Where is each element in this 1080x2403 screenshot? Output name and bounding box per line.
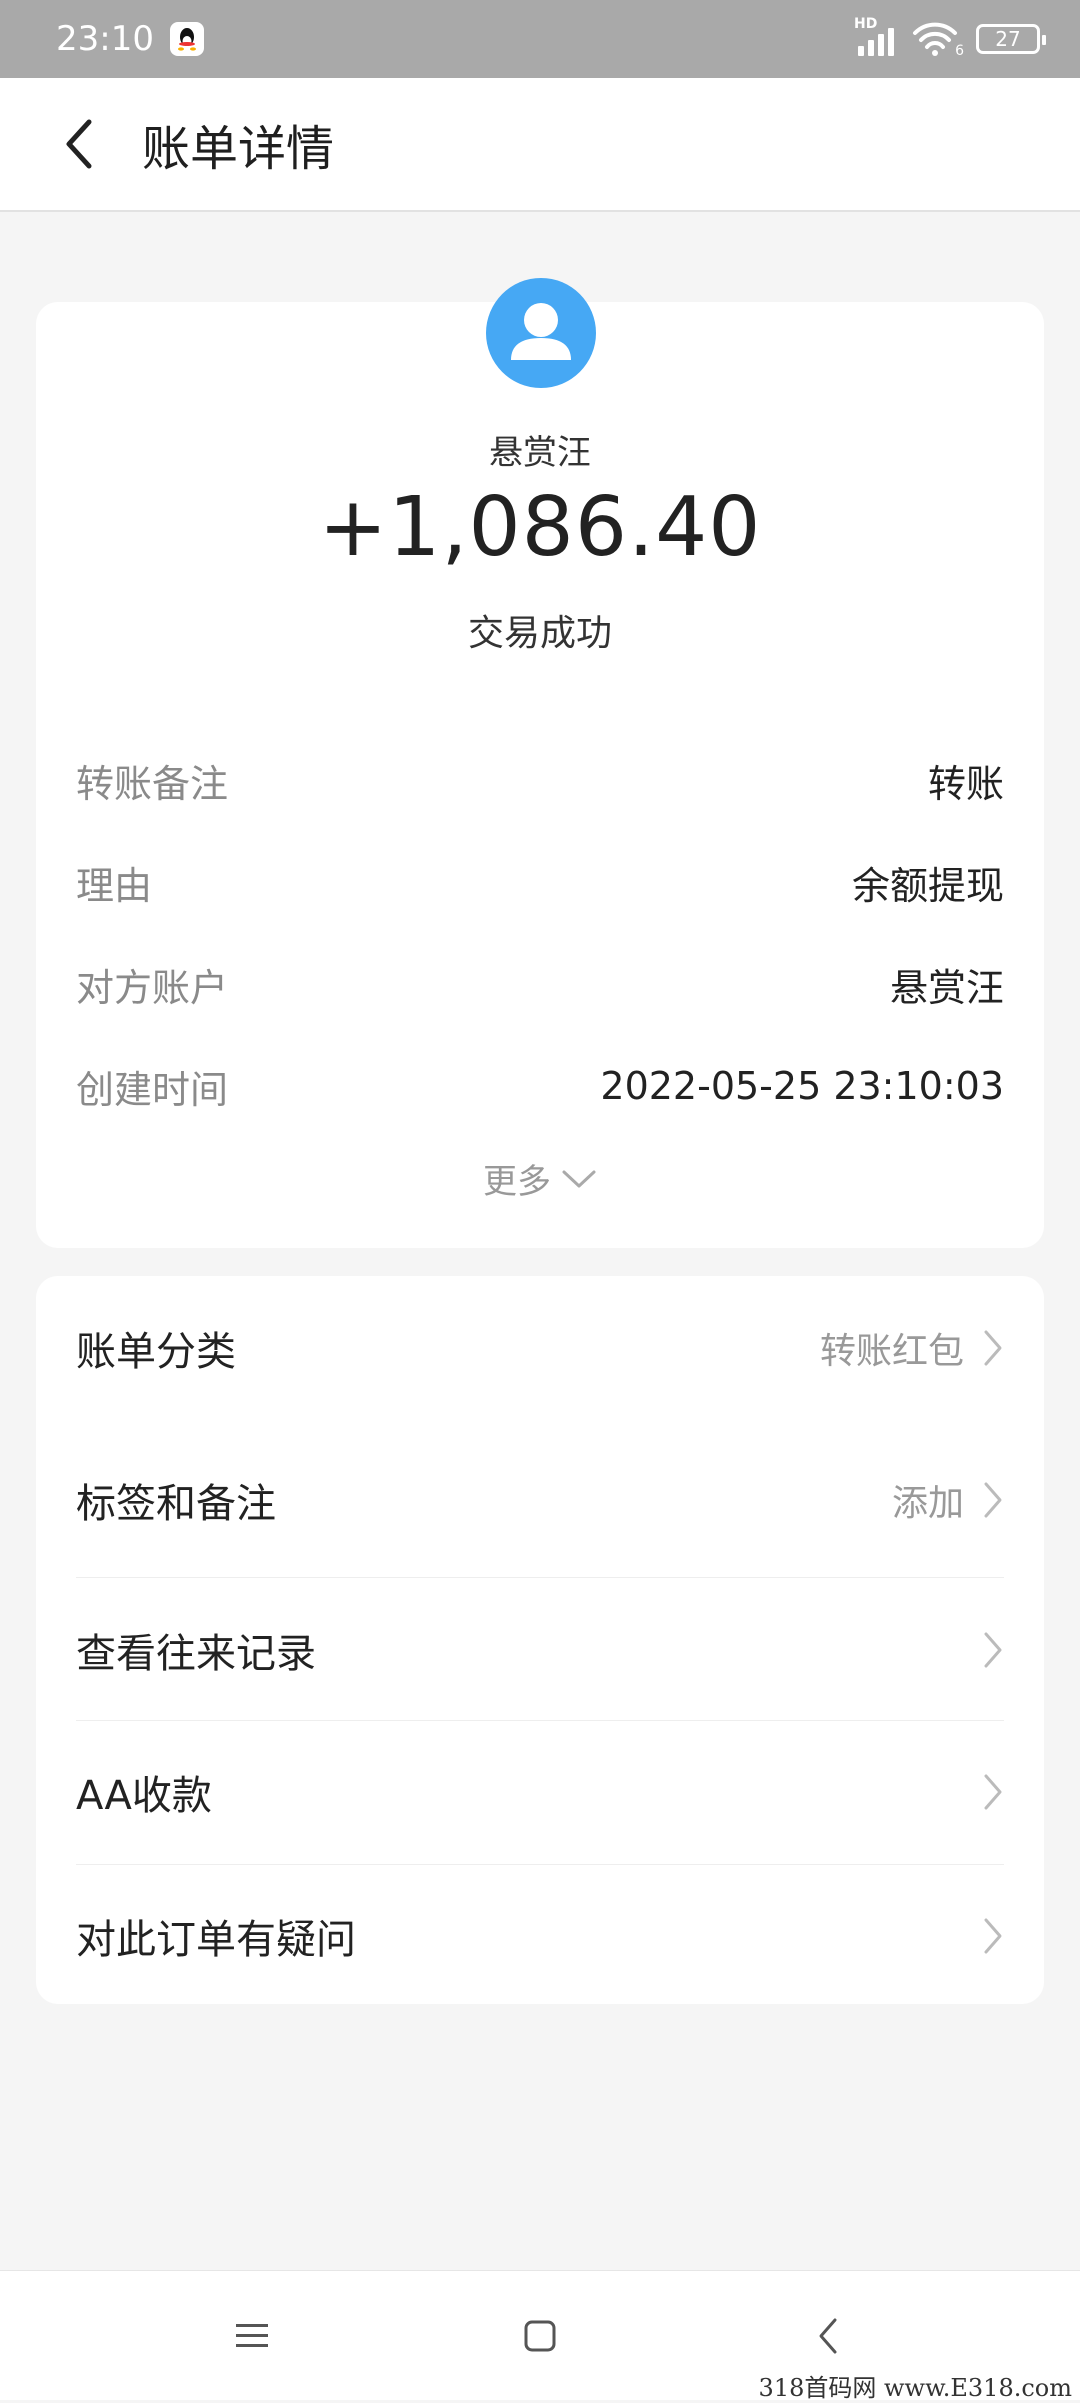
menu-item-category[interactable]: 账单分类 转账红包	[36, 1276, 1044, 1420]
chevron-right-icon	[984, 1774, 1002, 1810]
network-label: HD	[854, 16, 878, 32]
transaction-status: 交易成功	[467, 613, 612, 654]
more-label: 更多	[483, 1162, 551, 1202]
more-button[interactable]: 更多	[0, 1154, 1080, 1203]
back-arrow-icon	[66, 119, 92, 169]
menu-label: 标签和备注	[76, 1481, 276, 1527]
detail-value: 转账	[927, 761, 1004, 806]
status-bar: 23:10 HD 6 27	[0, 0, 1080, 78]
battery-level: 27	[995, 27, 1021, 51]
detail-value: 2022-05-25 23:10:03	[600, 1064, 1004, 1108]
menu-label: 查看往来记录	[76, 1631, 316, 1677]
detail-label: 创建时间	[76, 1067, 229, 1112]
status-right: HD 6 27	[854, 16, 1046, 59]
detail-row-reason: 理由 余额提现	[76, 852, 1004, 912]
detail-value: 余额提现	[851, 863, 1004, 908]
menu-item-tags[interactable]: 标签和备注 添加	[36, 1428, 1044, 1572]
qq-icon	[169, 22, 204, 56]
header: 账单详情	[0, 78, 1080, 212]
detail-row-remark: 转账备注 转账	[76, 750, 1004, 810]
menu-item-aa-collect[interactable]: AA收款	[36, 1720, 1044, 1864]
menu-icon[interactable]	[222, 2306, 282, 2366]
chevron-right-icon	[984, 1632, 1002, 1668]
back-icon[interactable]	[798, 2306, 858, 2366]
wifi-icon: 6	[912, 21, 964, 59]
wifi-sub: 6	[955, 43, 964, 59]
detail-row-account: 对方账户 悬赏汪	[76, 954, 1004, 1014]
menu-item-order-question[interactable]: 对此订单有疑问	[36, 1864, 1044, 2008]
back-button[interactable]	[34, 99, 124, 189]
status-time: 23:10	[56, 19, 154, 59]
chevron-right-icon	[984, 1330, 1002, 1366]
user-avatar-icon[interactable]	[486, 278, 596, 388]
detail-label: 转账备注	[76, 761, 229, 806]
page-title: 账单详情	[142, 121, 335, 177]
home-icon[interactable]	[510, 2306, 570, 2366]
detail-label: 理由	[76, 863, 153, 908]
amount: +1,086.40	[318, 480, 762, 575]
chevron-right-icon	[984, 1482, 1002, 1518]
payee-name: 悬赏汪	[489, 433, 591, 473]
battery-icon: 27	[976, 24, 1046, 54]
menu-label: AA收款	[76, 1773, 212, 1819]
menu-value: 转账红包	[819, 1331, 964, 1372]
signal-icon: HD	[854, 16, 894, 56]
detail-row-created-time: 创建时间 2022-05-25 23:10:03	[76, 1056, 1004, 1116]
detail-value: 悬赏汪	[889, 965, 1004, 1010]
menu-label: 账单分类	[76, 1329, 236, 1375]
menu-value: 添加	[891, 1483, 964, 1524]
chevron-down-icon	[562, 1170, 596, 1187]
menu-label: 对此订单有疑问	[76, 1917, 356, 1963]
detail-label: 对方账户	[76, 965, 229, 1010]
chevron-right-icon	[984, 1918, 1002, 1954]
status-left: 23:10	[56, 19, 204, 59]
watermark: 318首码网 www.E318.com	[758, 2374, 1072, 2402]
menu-item-history[interactable]: 查看往来记录	[36, 1578, 1044, 1722]
